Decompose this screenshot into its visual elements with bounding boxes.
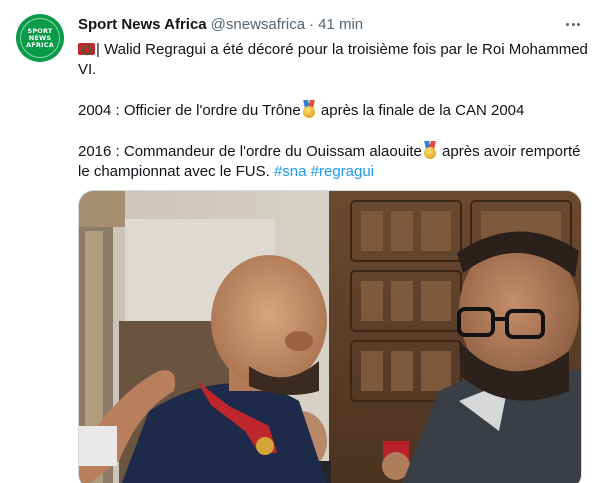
tweet-line-2-before: 2004 : Officier de l'ordre du Trône <box>78 102 301 119</box>
separator-dot: · <box>309 15 315 33</box>
hashtag-link[interactable]: #regragui <box>311 163 374 180</box>
sports-medal-icon <box>302 100 316 118</box>
timestamp[interactable]: 41 min <box>318 16 363 33</box>
tweet-line-3-before: 2016 : Commandeur de l'ordre du Ouissam … <box>78 143 422 160</box>
more-dot <box>571 22 575 26</box>
tweet-line-2-after: après la finale de la CAN 2004 <box>316 102 525 119</box>
tweet-line-1-text: | Walid Regragui a été décoré pour la tr… <box>78 41 588 78</box>
display-name[interactable]: Sport News Africa <box>78 16 207 33</box>
tweet-media-image[interactable] <box>78 190 582 483</box>
user-handle[interactable]: @snewsafrica <box>211 16 305 33</box>
tweet-header: Sport News Africa @snewsafrica · 41 min <box>78 14 363 34</box>
tweet-line-3: 2016 : Commandeur de l'ordre du Ouissam … <box>78 141 588 182</box>
more-dot <box>566 22 569 26</box>
avatar[interactable]: SPORT NEWS AFRICA <box>16 14 64 62</box>
tweet-line-2: 2004 : Officier de l'ordre du Trône aprè… <box>78 100 588 121</box>
hashtag-link[interactable]: #sna <box>274 163 307 180</box>
morocco-flag-icon <box>78 43 95 55</box>
more-options-icon[interactable] <box>562 14 584 34</box>
more-dot <box>577 22 580 26</box>
avatar-text-line-3: AFRICA <box>26 41 54 49</box>
tweet[interactable]: SPORT NEWS AFRICA Sport News Africa @sne… <box>0 0 599 483</box>
ceremony-photo <box>79 191 581 483</box>
tweet-text: | Walid Regragui a été décoré pour la tr… <box>78 40 588 202</box>
sports-medal-icon <box>423 141 437 159</box>
tweet-line-1: | Walid Regragui a été décoré pour la tr… <box>78 40 588 80</box>
